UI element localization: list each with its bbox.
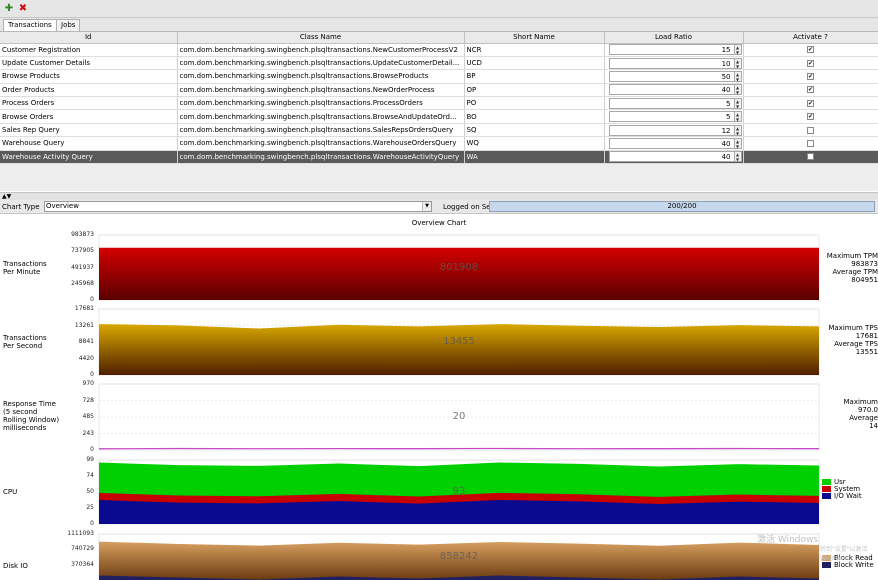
chart-stats: Maximum 970.0 Average 14 (843, 398, 878, 430)
y-tick-label: 0 (90, 371, 94, 378)
chart-row-label: Transactions Per Second (3, 334, 47, 350)
chart-row-label: Disk IO (3, 562, 28, 570)
current-value: 20 (452, 411, 466, 422)
series-area (99, 247, 819, 300)
watermark-subtext: 转到"设置"以激活 Windows。 (820, 546, 868, 562)
legend-swatch (822, 492, 831, 499)
watermark-text: 激活 Windows (757, 535, 819, 545)
chart-row-label: Transactions Per Minute (3, 260, 47, 276)
y-tick-label: 0 (90, 446, 94, 453)
current-value: 858242 (439, 551, 479, 562)
legend-item: Block Write (822, 561, 874, 569)
current-value: 93 (452, 486, 466, 497)
chart-stats: Maximum TPS 17681 Average TPS 13551 (828, 324, 878, 356)
legend-item: I/O Wait (822, 491, 862, 500)
y-tick-label: 245968 (71, 279, 94, 287)
y-tick-label: 737905 (71, 247, 94, 255)
y-tick-label: 25 (86, 504, 94, 511)
y-tick-label: 13261 (74, 321, 94, 329)
y-tick-label: 0 (90, 296, 94, 303)
chart-row-label: Response Time (5 second Rolling Window) … (3, 400, 60, 432)
legend-swatch (822, 561, 831, 568)
current-value: 801908 (439, 261, 479, 273)
y-tick-label: 74 (86, 472, 94, 479)
y-tick-label: 17681 (74, 305, 94, 312)
series-area (99, 324, 819, 375)
chart-stats: Maximum TPM 983873 Average TPM 804951 (826, 252, 878, 284)
y-tick-label: 1111093 (67, 530, 94, 537)
legend-swatch (822, 485, 831, 492)
series-area (99, 500, 819, 524)
y-tick-label: 970 (82, 380, 94, 387)
legend-swatch (822, 478, 831, 485)
current-value: 13455 (443, 336, 475, 347)
y-tick-label: 983873 (71, 231, 94, 238)
y-tick-label: 0 (90, 520, 94, 527)
y-tick-label: 99 (86, 456, 94, 463)
chart-row-label: CPU (3, 488, 18, 496)
cpu-legend: Usr System I/O Wait (822, 478, 862, 500)
y-tick-label: 4420 (78, 354, 94, 362)
y-tick-label: 740729 (71, 545, 94, 553)
legend-label: I/O Wait (834, 491, 862, 500)
